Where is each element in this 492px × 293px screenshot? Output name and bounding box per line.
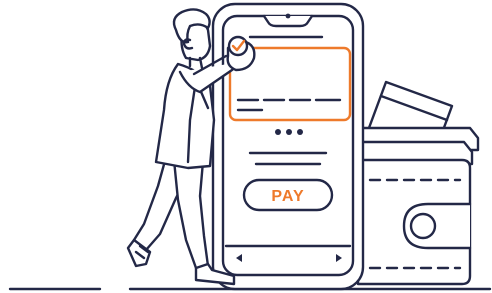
pay-button-label: PAY <box>271 188 304 205</box>
camera-dot <box>285 13 291 19</box>
pay-button[interactable]: PAY <box>242 178 334 212</box>
wallet-icon <box>356 80 480 286</box>
payment-illustration: PAY <box>0 0 492 293</box>
illustration-canvas: PAY <box>8 2 492 291</box>
checkmark-icon <box>227 35 249 57</box>
ellipsis-icon <box>275 129 303 135</box>
